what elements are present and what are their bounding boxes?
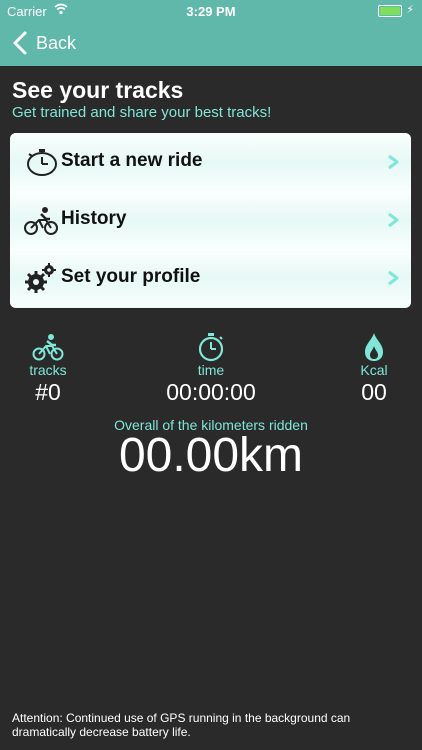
start-new-ride-label: Start a new ride <box>61 150 203 171</box>
main-menu: Start a new ride History Set your profil… <box>10 133 411 308</box>
tracks-stat: tracks #0 <box>8 332 88 406</box>
flame-icon <box>365 333 383 361</box>
set-profile-label: Set your profile <box>61 266 201 287</box>
cyclist-icon <box>32 334 64 361</box>
overall-distance-value: 00.00km <box>118 429 304 482</box>
set-profile-button[interactable]: Set your profile <box>10 249 411 307</box>
start-new-ride-button[interactable]: Start a new ride <box>10 133 411 192</box>
tracks-label: tracks <box>29 362 67 378</box>
time-label: time <box>197 362 225 378</box>
status-bar: Carrier 3:29 PM ⚡ <box>0 0 422 22</box>
navigation-bar: Back <box>0 22 422 66</box>
kcal-value: 00 <box>361 379 387 405</box>
cyclist-icon <box>24 207 58 235</box>
page-title: See your tracks <box>12 77 184 103</box>
history-label: History <box>61 208 127 229</box>
stopwatch-icon <box>27 149 57 176</box>
back-label: Back <box>36 32 77 53</box>
kcal-label: Kcal <box>360 362 388 378</box>
chevron-right-icon <box>388 154 399 170</box>
page-subtitle: Get trained and share your best tracks! <box>12 104 272 121</box>
gps-warning-text: Attention: Continued use of GPS running … <box>12 711 351 739</box>
chevron-right-icon <box>388 270 399 286</box>
history-button[interactable]: History <box>10 191 411 250</box>
time-value: 00:00:00 <box>166 379 256 405</box>
time-stat: time 00:00:00 <box>151 332 271 406</box>
chevron-right-icon <box>388 212 399 228</box>
chevron-left-icon <box>13 31 27 55</box>
kcal-stat: Kcal 00 <box>334 332 414 406</box>
gears-icon <box>25 263 56 293</box>
clock-label: 3:29 PM <box>186 4 236 19</box>
charging-icon: ⚡ <box>406 4 414 16</box>
battery-icon <box>378 5 402 17</box>
back-button[interactable]: Back <box>10 30 76 56</box>
stopwatch-icon <box>198 333 224 362</box>
tracks-value: #0 <box>35 379 61 405</box>
